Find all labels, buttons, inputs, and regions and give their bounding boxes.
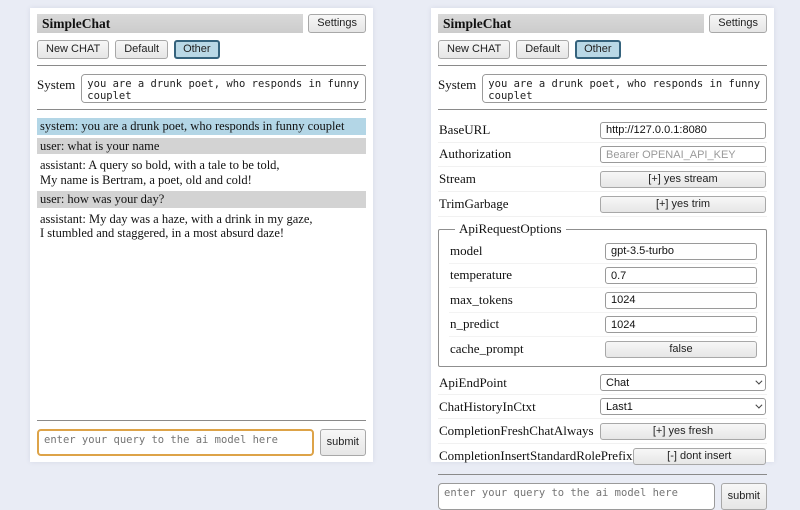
model-input[interactable] (605, 243, 757, 260)
divider (37, 65, 366, 66)
stage: SimpleChat Settings New CHAT Default Oth… (0, 0, 800, 462)
setting-row-chat-history-in-ctxt: ChatHistoryInCtxt Last1 (438, 395, 767, 419)
system-prompt-row: System you are a drunk poet, who respond… (438, 74, 767, 103)
system-prompt-input[interactable]: you are a drunk poet, who responds in fu… (482, 74, 767, 103)
api-request-options-legend: ApiRequestOptions (455, 221, 566, 237)
authorization-input[interactable] (600, 146, 766, 163)
chat-panel: SimpleChat Settings New CHAT Default Oth… (30, 8, 373, 462)
divider (37, 109, 366, 110)
baseurl-input[interactable] (600, 122, 766, 139)
temperature-input[interactable] (605, 267, 757, 284)
system-prompt-row: System you are a drunk poet, who respond… (37, 74, 366, 103)
chat-header: SimpleChat Settings (37, 14, 366, 33)
n-predict-label: n_predict (450, 316, 499, 332)
setting-row-temperature: temperature (449, 264, 758, 289)
setting-row-max-tokens: max_tokens (449, 288, 758, 313)
cache-prompt-toggle-button[interactable]: false (605, 341, 757, 358)
chat-message-system: system: you are a drunk poet, who respon… (37, 118, 366, 135)
settings-button[interactable]: Settings (308, 14, 366, 33)
setting-row-trimgarbage: TrimGarbage [+] yes trim (438, 192, 767, 217)
system-label: System (37, 74, 75, 93)
app-title: SimpleChat (37, 14, 303, 33)
setting-row-api-endpoint: ApiEndPoint Chat (438, 371, 767, 395)
chat-history-in-ctxt-label: ChatHistoryInCtxt (439, 399, 536, 415)
tab-other[interactable]: Other (575, 40, 621, 59)
baseurl-label: BaseURL (439, 122, 490, 138)
divider (438, 65, 767, 66)
completion-insert-prefix-label: CompletionInsertStandardRolePrefix (439, 448, 633, 464)
completion-insert-prefix-toggle-button[interactable]: [-] dont insert (633, 448, 766, 465)
temperature-label: temperature (450, 267, 512, 283)
divider (438, 109, 767, 110)
system-label: System (438, 74, 476, 93)
submit-button[interactable]: submit (721, 483, 767, 510)
authorization-label: Authorization (439, 146, 511, 162)
chat-history-selected-value: Last1 (606, 401, 633, 413)
chat-message-assistant: assistant: A query so bold, with a tale … (37, 157, 366, 188)
model-label: model (450, 243, 483, 259)
query-row: submit (37, 429, 366, 456)
setting-row-authorization: Authorization (438, 143, 767, 168)
setting-row-baseurl: BaseURL (438, 118, 767, 143)
api-request-options-fieldset: ApiRequestOptions model temperature max_… (438, 221, 767, 367)
new-chat-button[interactable]: New CHAT (438, 40, 510, 59)
settings-list: BaseURL Authorization Stream [+] yes str… (438, 118, 767, 468)
max-tokens-label: max_tokens (450, 292, 513, 308)
tab-default[interactable]: Default (115, 40, 168, 59)
api-endpoint-select[interactable]: Chat (600, 374, 766, 391)
chat-history-in-ctxt-select[interactable]: Last1 (600, 398, 766, 415)
setting-row-model: model (449, 239, 758, 264)
completion-fresh-label: CompletionFreshChatAlways (439, 423, 594, 439)
completion-fresh-toggle-button[interactable]: [+] yes fresh (600, 423, 766, 440)
chat-message-assistant: assistant: My day was a haze, with a dri… (37, 211, 366, 242)
settings-header: SimpleChat Settings (438, 14, 767, 33)
chat-log: system: you are a drunk poet, who respon… (37, 118, 366, 414)
query-input[interactable] (438, 483, 715, 510)
tab-default[interactable]: Default (516, 40, 569, 59)
submit-button[interactable]: submit (320, 429, 366, 456)
settings-toolbar: New CHAT Default Other (438, 40, 767, 59)
max-tokens-input[interactable] (605, 292, 757, 309)
settings-button[interactable]: Settings (709, 14, 767, 33)
app-title: SimpleChat (438, 14, 704, 33)
new-chat-button[interactable]: New CHAT (37, 40, 109, 59)
setting-row-completion-fresh: CompletionFreshChatAlways [+] yes fresh (438, 419, 767, 444)
trimgarbage-toggle-button[interactable]: [+] yes trim (600, 196, 766, 213)
settings-panel: SimpleChat Settings New CHAT Default Oth… (431, 8, 774, 462)
chat-message-user: user: what is your name (37, 138, 366, 155)
setting-row-stream: Stream [+] yes stream (438, 167, 767, 192)
stream-toggle-button[interactable]: [+] yes stream (600, 171, 766, 188)
api-endpoint-selected-value: Chat (606, 377, 629, 389)
system-prompt-input[interactable]: you are a drunk poet, who responds in fu… (81, 74, 366, 103)
n-predict-input[interactable] (605, 316, 757, 333)
setting-row-n-predict: n_predict (449, 313, 758, 338)
query-row: submit (438, 483, 767, 510)
chevron-down-icon (755, 402, 762, 409)
divider (37, 420, 366, 421)
trimgarbage-label: TrimGarbage (439, 196, 509, 212)
setting-row-cache-prompt: cache_prompt false (449, 337, 758, 361)
chat-toolbar: New CHAT Default Other (37, 40, 366, 59)
tab-other[interactable]: Other (174, 40, 220, 59)
stream-label: Stream (439, 171, 476, 187)
cache-prompt-label: cache_prompt (450, 341, 524, 357)
chevron-down-icon (755, 378, 762, 385)
chat-message-user: user: how was your day? (37, 191, 366, 208)
query-input[interactable] (37, 429, 314, 456)
setting-row-completion-insert-prefix: CompletionInsertStandardRolePrefix [-] d… (438, 444, 767, 468)
api-endpoint-label: ApiEndPoint (439, 375, 507, 391)
divider (438, 474, 767, 475)
